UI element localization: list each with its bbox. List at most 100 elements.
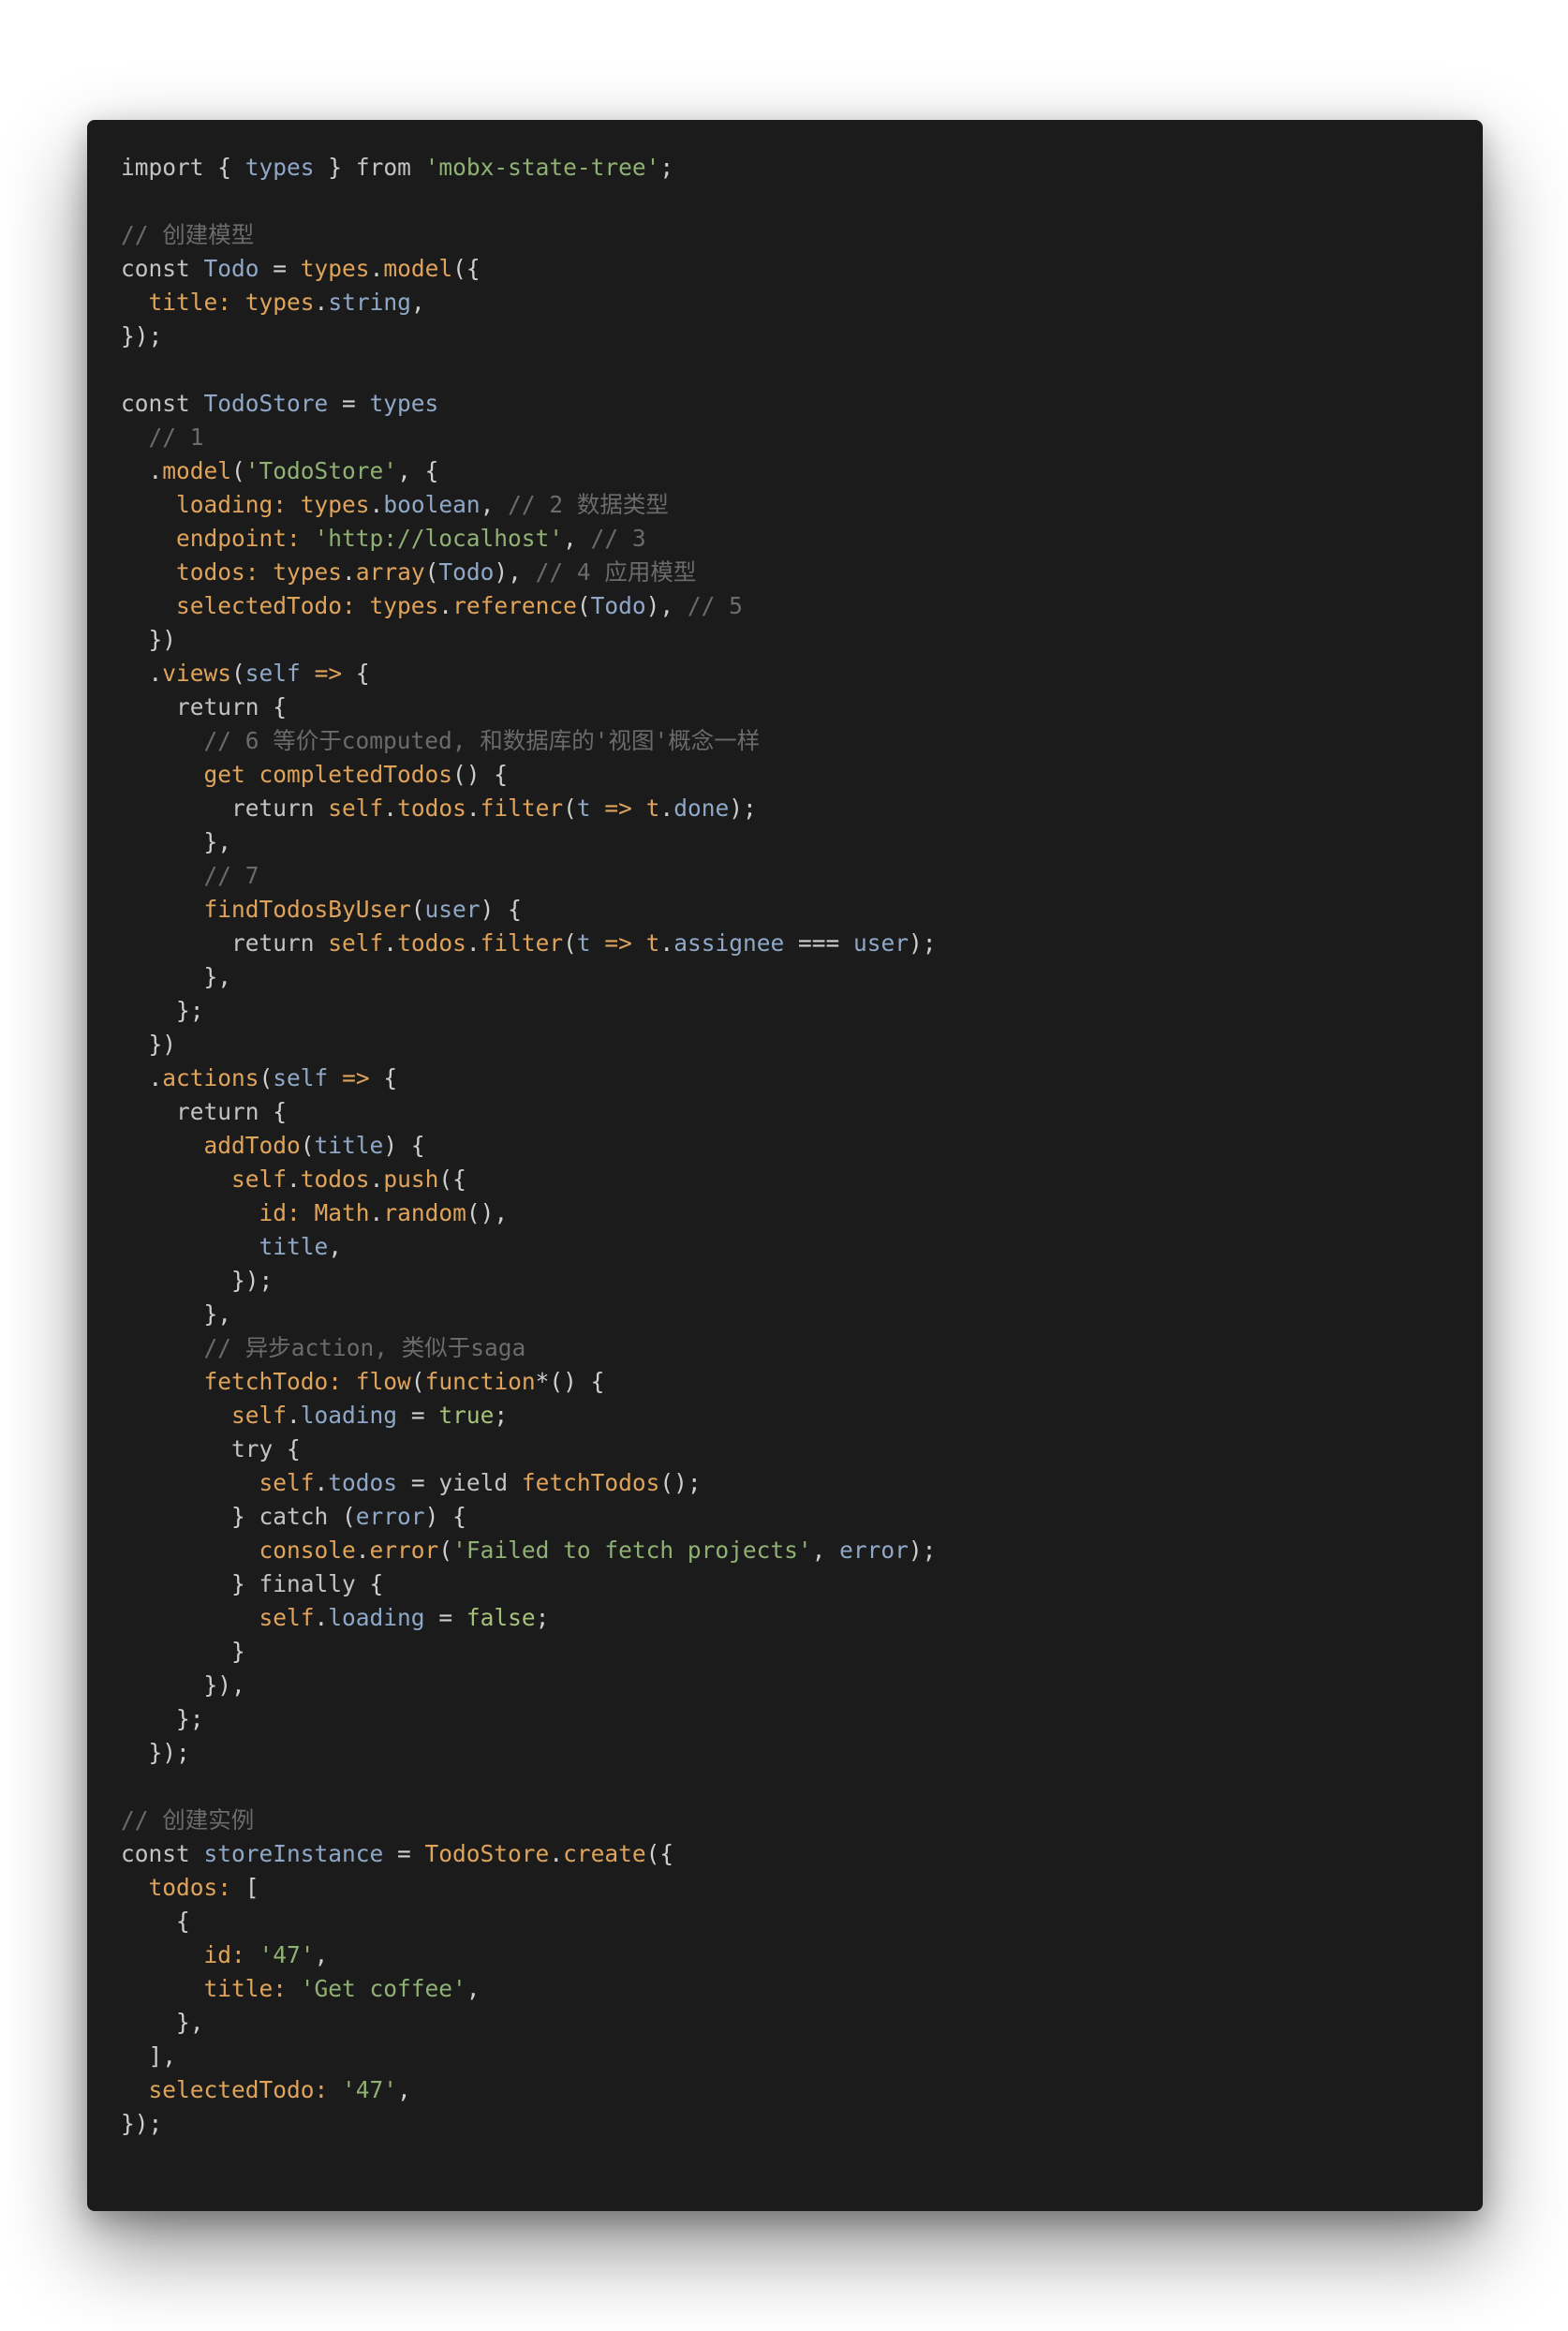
- code-token: .: [659, 794, 674, 822]
- code-block: import { types } from 'mobx-state-tree';…: [121, 151, 1483, 2141]
- code-token: =>: [590, 794, 646, 822]
- code-line: // 7: [121, 859, 1483, 893]
- code-line: }),: [121, 1669, 1483, 1702]
- code-token: loading:: [176, 491, 301, 518]
- code-line: self.loading = true;: [121, 1399, 1483, 1433]
- code-line: };: [121, 1702, 1483, 1736]
- code-line: }): [121, 1028, 1483, 1062]
- code-line: endpoint: 'http://localhost', // 3: [121, 522, 1483, 556]
- code-token: ],: [121, 2042, 177, 2070]
- code-token: array: [355, 558, 425, 586]
- code-token: ) {: [424, 1503, 466, 1530]
- code-token: {: [273, 693, 288, 720]
- code-token: ,: [410, 289, 425, 316]
- code-line: });: [121, 1264, 1483, 1298]
- code-token: // 创建模型: [121, 221, 255, 248]
- code-line: // 创建模型: [121, 218, 1483, 252]
- code-token: fetchTodo:: [203, 1368, 356, 1395]
- code-token: done: [673, 794, 730, 822]
- code-line: title: 'Get coffee',: [121, 1972, 1483, 2006]
- code-token: (: [300, 1132, 315, 1159]
- code-line: // 异步action, 类似于saga: [121, 1331, 1483, 1365]
- code-token: // 3: [590, 525, 646, 552]
- code-token: error: [369, 1537, 439, 1564]
- code-token: '47': [342, 2076, 398, 2103]
- code-token: t: [645, 929, 660, 957]
- code-token: }: [121, 1638, 245, 1665]
- code-token: ),: [645, 592, 688, 619]
- code-token: {: [383, 1064, 398, 1091]
- code-token: (: [576, 592, 591, 619]
- code-token: *() {: [535, 1368, 605, 1395]
- code-line: const Todo = types.model({: [121, 252, 1483, 286]
- code-token: self: [231, 1166, 288, 1193]
- code-token: ({: [645, 1840, 674, 1867]
- code-token: 'Failed to fetch projects': [452, 1537, 812, 1564]
- code-token: get: [203, 761, 259, 788]
- code-line: selectedTodo: types.reference(Todo), // …: [121, 589, 1483, 623]
- code-token: types: [273, 558, 343, 586]
- code-token: (: [563, 929, 577, 957]
- code-line: title: types.string,: [121, 286, 1483, 319]
- code-token: user: [852, 929, 909, 957]
- code-token: (: [342, 1503, 356, 1530]
- code-token: =>: [328, 1064, 384, 1091]
- code-token: id:: [203, 1941, 259, 1968]
- code-token: ;: [494, 1402, 509, 1429]
- code-token: );: [908, 1537, 937, 1564]
- code-token: return: [176, 693, 274, 720]
- code-token: push: [383, 1166, 439, 1193]
- code-line: self.loading = false;: [121, 1601, 1483, 1635]
- code-token: return: [176, 1098, 274, 1125]
- code-token: =>: [300, 660, 356, 687]
- code-token: title: [259, 1233, 329, 1260]
- code-token: .: [314, 289, 329, 316]
- code-token: assignee: [673, 929, 785, 957]
- code-token: types: [300, 491, 370, 518]
- code-token: .: [383, 929, 398, 957]
- code-token: },: [121, 2009, 204, 2036]
- code-token: (: [424, 558, 439, 586]
- code-token: // 6 等价于computed, 和数据库的'视图'概念一样: [121, 727, 761, 754]
- code-line: }): [121, 623, 1483, 657]
- code-token: t: [576, 929, 591, 957]
- code-token: selectedTodo:: [176, 592, 370, 619]
- code-token: id:: [259, 1199, 315, 1226]
- code-token: todos:: [148, 1874, 245, 1901]
- code-token: loading: [328, 1604, 425, 1631]
- code-token: endpoint:: [176, 525, 315, 552]
- code-token: finally: [259, 1570, 370, 1597]
- code-token: ,: [480, 491, 509, 518]
- code-token: todos: [328, 1469, 398, 1496]
- code-token: from: [355, 154, 425, 181]
- code-line: self.todos.push({: [121, 1163, 1483, 1196]
- code-token: console: [259, 1537, 356, 1564]
- code-token: self: [328, 794, 384, 822]
- code-token: [: [244, 1874, 259, 1901]
- code-token: todos: [397, 794, 466, 822]
- code-token: 'Get coffee': [300, 1975, 466, 2002]
- code-token: .: [438, 592, 453, 619]
- code-token: completedTodos: [259, 761, 453, 788]
- code-token: Todo: [203, 255, 259, 282]
- code-token: .: [383, 794, 398, 822]
- code-token: string: [328, 289, 411, 316]
- code-token: .: [369, 491, 384, 518]
- code-token: (: [438, 1537, 453, 1564]
- code-token: (: [563, 794, 577, 822]
- code-line: // 创建实例: [121, 1804, 1483, 1837]
- code-line: .views(self => {: [121, 657, 1483, 690]
- code-token: random: [383, 1199, 466, 1226]
- code-token: }),: [121, 1671, 245, 1699]
- code-token: filter: [480, 794, 564, 822]
